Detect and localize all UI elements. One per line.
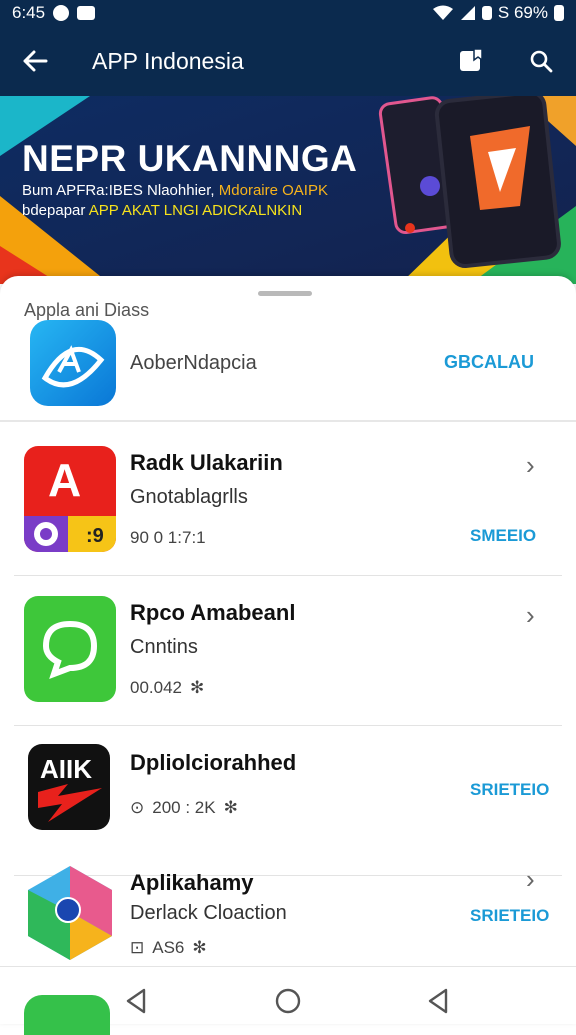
star-icon: ✻	[223, 798, 238, 817]
app-icon: AIIK	[28, 744, 110, 830]
drag-handle[interactable]	[258, 291, 312, 296]
app-icon	[24, 864, 116, 962]
system-nav-bar	[0, 966, 576, 1035]
bottom-sheet: Appla ani Diass AoberNdapcia GBCALAU A :…	[0, 276, 576, 1024]
svg-text:AIIK: AIIK	[40, 754, 92, 784]
app-meta-text: 00.042	[130, 678, 182, 697]
svg-text::9: :9	[86, 525, 104, 547]
featured-app-button[interactable]: GBCALAU	[444, 352, 534, 373]
back-button[interactable]	[0, 26, 70, 96]
list-item[interactable]: Aplikahamy Derlack Cloaction ⊡ AS6 ✻ › SRI…	[0, 856, 576, 966]
app-name: Radk Ulakariin	[130, 450, 283, 475]
app-subtitle: Gnotablagrlls	[130, 486, 248, 508]
battery-icon	[554, 5, 564, 21]
back-nav-button[interactable]	[116, 981, 156, 1021]
app-meta-text: AS6	[152, 938, 185, 957]
sim-icon	[481, 6, 492, 20]
star-icon: ✻	[192, 938, 207, 957]
featured-app-name: AoberNdapcia	[130, 352, 257, 374]
status-time: 6:45	[12, 3, 46, 22]
search-button[interactable]	[506, 26, 576, 96]
chevron-right-icon[interactable]: ›	[526, 864, 535, 895]
download-icon: ⊡	[130, 938, 145, 957]
banner-line-1: Bum APFRa:IBES Nlaohhier, Mdoraire OAIPK	[22, 182, 328, 199]
app-bar: APP Indonesia	[0, 26, 576, 96]
app-icon: A :9	[24, 446, 116, 552]
banner-line-1-white: Bum APFRa:IBES Nlaohhier,	[22, 182, 219, 199]
list-item[interactable]: A :9 Radk Ulakariin Gnotablagrlls 90 0 1…	[0, 426, 576, 576]
featured-app[interactable]: AoberNdapcia GBCALAU	[0, 316, 576, 422]
wifi-icon	[432, 5, 453, 20]
app-action-button[interactable]: SRIETEIO	[470, 906, 549, 926]
app-meta-text: 200 : 2K	[152, 798, 216, 817]
back-arrow-icon	[23, 50, 48, 72]
banner-headline: NEPR UKANNNGA	[22, 138, 358, 179]
app-action-button[interactable]: SMEEIO	[470, 526, 536, 546]
list-item[interactable]: Rpco Amabeanl Cnntins 00.042 ✻ ›	[0, 576, 576, 726]
bookmark-button[interactable]	[436, 26, 506, 96]
bookmark-icon	[460, 48, 483, 71]
svg-text:A: A	[48, 454, 81, 506]
app-meta: ⊙ 200 : 2K ✻	[130, 798, 238, 818]
chevron-right-icon[interactable]: ›	[526, 600, 535, 631]
app-meta: 90 0 1:7:1	[130, 528, 206, 548]
search-icon	[530, 50, 553, 73]
banner-line-1-accent: Mdoraire OAIPK	[218, 182, 328, 199]
app-icon-peek	[24, 995, 110, 1035]
app-action-button[interactable]: SRIETEIO	[470, 780, 549, 800]
list-item[interactable]: AIIK Dpliolciorahhed ⊙ 200 : 2K ✻ SRIETEIO	[0, 726, 576, 876]
promo-banner[interactable]: NEPR UKANNNGA Bum APFRa:IBES Nlaohhier, …	[0, 96, 576, 284]
mail-icon	[77, 6, 96, 20]
app-name: Aplikahamy	[130, 870, 254, 895]
app-meta: 00.042 ✻	[130, 678, 204, 698]
signal-icon	[460, 6, 475, 20]
battery-text: S 69%	[497, 3, 548, 22]
app-bar-title: APP Indonesia	[92, 47, 244, 74]
app-name: Rpco Amabeanl	[130, 600, 296, 625]
app-subtitle: Derlack Cloaction	[130, 902, 287, 924]
recents-nav-button[interactable]	[418, 981, 458, 1021]
download-icon: ⊙	[130, 798, 145, 817]
home-nav-icon	[275, 988, 301, 1014]
banner-line-2: bdepapar APP AKAT LNGI ADICKALNKIN	[22, 202, 302, 219]
banner-line-2-white: bdepapar	[22, 202, 89, 219]
app-icon	[24, 596, 116, 702]
app-meta: ⊡ AS6 ✻	[130, 938, 207, 958]
featured-app-icon	[30, 320, 116, 406]
app-subtitle: Cnntins	[130, 636, 198, 658]
home-nav-button[interactable]	[268, 981, 308, 1021]
star-icon: ✻	[190, 678, 205, 697]
back-nav-icon	[126, 988, 146, 1014]
messenger-icon	[53, 5, 70, 21]
app-name: Dpliolciorahhed	[130, 750, 297, 775]
status-bar: 6:45 S 69%	[0, 0, 576, 26]
recents-nav-icon	[428, 988, 448, 1014]
chevron-right-icon[interactable]: ›	[526, 450, 535, 481]
app-meta-text: 90 0 1:7:1	[130, 528, 206, 547]
banner-line-2-accent: APP AKAT LNGI ADICKALNKIN	[88, 202, 303, 219]
